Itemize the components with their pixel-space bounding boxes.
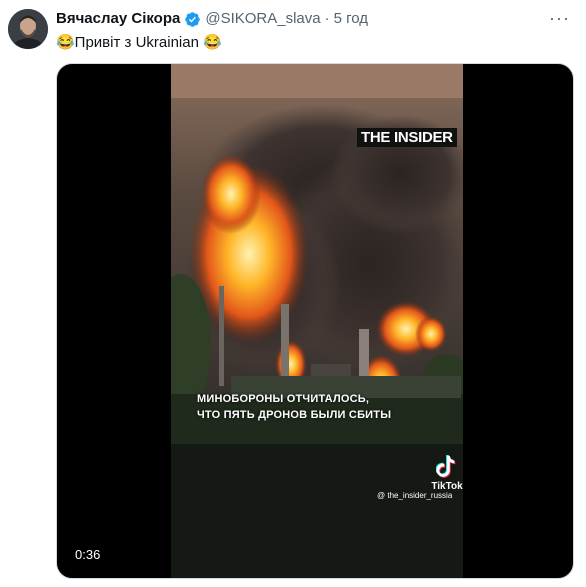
author-avatar[interactable] xyxy=(8,9,48,49)
the-insider-watermark: THE INSIDER xyxy=(357,128,457,147)
tiktok-logo-icon xyxy=(435,455,456,478)
tweet-timestamp[interactable]: 5 год xyxy=(334,9,368,29)
more-options-icon[interactable]: ··· xyxy=(549,8,570,29)
verified-badge-icon xyxy=(185,11,201,27)
tiktok-handle: @ the_insider_russia xyxy=(377,491,453,500)
tweet-text: 😂Привіт з Ukrainian 😂 xyxy=(56,34,222,51)
video-caption: МИНОБОРОНЫ ОТЧИТАЛОСЬ, ЧТО ПЯТЬ ДРОНОВ Б… xyxy=(197,391,457,423)
tweet-header: Вячаслау Сікора @SIKORA_slava · 5 год xyxy=(56,9,368,29)
author-handle[interactable]: @SIKORA_slava xyxy=(205,9,320,29)
avatar-image xyxy=(8,9,48,49)
video-player[interactable]: THE INSIDER МИНОБОРОНЫ ОТЧИТАЛОСЬ, ЧТО П… xyxy=(56,63,574,579)
tiktok-watermark: TikTok xyxy=(429,454,463,492)
video-duration: 0:36 xyxy=(69,545,107,564)
author-name[interactable]: Вячаслау Сікора xyxy=(56,9,180,29)
caption-line-1: МИНОБОРОНЫ ОТЧИТАЛОСЬ, xyxy=(197,393,370,405)
separator-dot: · xyxy=(324,10,330,27)
caption-line-2: ЧТО ПЯТЬ ДРОНОВ БЫЛИ СБИТЫ xyxy=(197,409,392,421)
video-frame: THE INSIDER МИНОБОРОНЫ ОТЧИТАЛОСЬ, ЧТО П… xyxy=(171,64,463,578)
